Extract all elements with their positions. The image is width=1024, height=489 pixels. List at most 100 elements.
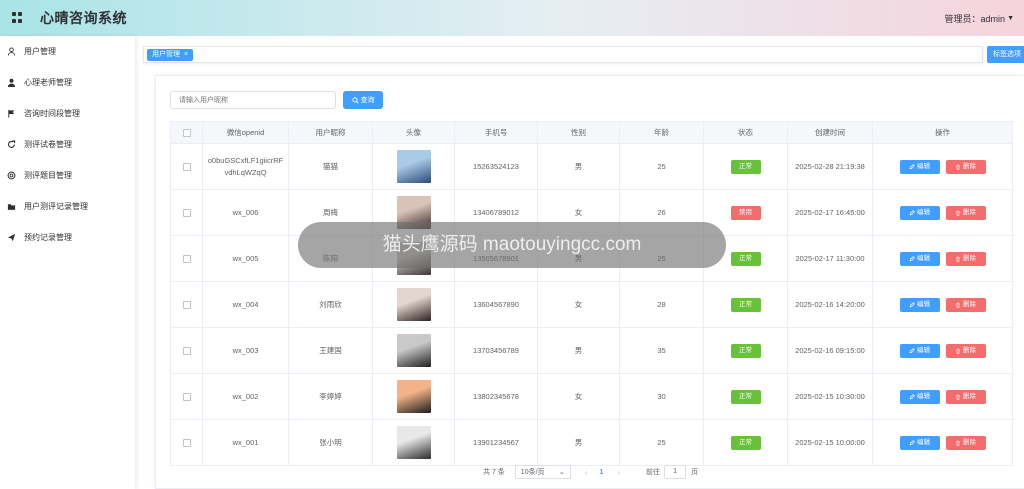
avatar: [396, 426, 431, 459]
delete-button-label: 删除: [963, 300, 976, 308]
circle-icon: [7, 171, 16, 180]
sidebar-item-users[interactable]: 用户管理: [0, 36, 135, 67]
select-all-cell: [170, 121, 203, 144]
delete-button[interactable]: 删除: [945, 159, 986, 174]
edit-button[interactable]: 编辑: [899, 389, 940, 404]
age-cell: 25: [619, 143, 704, 190]
edit-button[interactable]: 编辑: [899, 435, 940, 450]
chevron-down-icon: ⌄: [558, 469, 565, 476]
actions-cell: 编辑 删除: [872, 419, 1013, 466]
sidebar-item-teachers[interactable]: 心理老师管理: [0, 67, 135, 98]
sidebar-item-questions[interactable]: 测评题目管理: [0, 160, 135, 191]
tab-users[interactable]: 用户管理 ×: [147, 49, 194, 61]
tab-options-button[interactable]: 标签选项: [987, 46, 1024, 63]
row-checkbox[interactable]: [182, 392, 191, 401]
sidebar-item-papers[interactable]: 测评试卷管理: [0, 129, 135, 160]
edit-button[interactable]: 编辑: [899, 251, 940, 266]
delete-button[interactable]: 删除: [945, 435, 986, 450]
search-button[interactable]: 查询: [343, 91, 383, 109]
delete-button-label: 删除: [963, 162, 976, 170]
phone-cell: 13703456789: [454, 327, 538, 374]
delete-button-label: 删除: [963, 346, 976, 354]
search-button-label: 查询: [360, 97, 375, 104]
next-page-icon[interactable]: ›: [617, 468, 620, 477]
sidebar-item-label: 咨询时间段管理: [24, 109, 80, 118]
edit-button[interactable]: 编辑: [899, 297, 940, 312]
status-cell: 正常: [703, 373, 788, 420]
delete-button[interactable]: 删除: [945, 343, 986, 358]
column-header: 状态: [703, 121, 788, 144]
created-cell: 2025-02-15 10:30:00: [787, 373, 873, 420]
row-checkbox[interactable]: [182, 438, 191, 447]
sidebar-item-timeslots[interactable]: 咨询时间段管理: [0, 98, 135, 129]
edit-button[interactable]: 编辑: [899, 343, 940, 358]
grid-menu-icon[interactable]: [12, 12, 23, 23]
column-header: 操作: [872, 121, 1013, 144]
age-cell: 25: [619, 419, 704, 466]
age-cell: 28: [619, 281, 704, 328]
goto-page-input[interactable]: 1: [664, 465, 687, 479]
edit-button-label: 编辑: [917, 438, 930, 446]
nickname-cell: 李婷婷: [288, 373, 373, 420]
edit-icon: [909, 347, 915, 353]
delete-button[interactable]: 删除: [945, 205, 986, 220]
column-header: 微信openid: [202, 121, 289, 144]
created-cell: 2025-02-28 21:19:38: [787, 143, 873, 190]
delete-button[interactable]: 删除: [945, 389, 986, 404]
edit-button-label: 编辑: [917, 346, 930, 354]
openid-cell: wx_002: [202, 373, 289, 420]
edit-button[interactable]: 编辑: [899, 159, 940, 174]
prev-page-icon[interactable]: ‹: [585, 468, 588, 477]
tab-label: 用户管理: [152, 51, 180, 58]
row-checkbox[interactable]: [182, 300, 191, 309]
user-icon: [7, 47, 16, 56]
column-header: 创建时间: [787, 121, 873, 144]
edit-button[interactable]: 编辑: [899, 205, 940, 220]
search-icon: [351, 96, 359, 104]
page-size-select[interactable]: 10条/页 ⌄: [514, 465, 571, 479]
edit-icon: [909, 439, 915, 445]
delete-button[interactable]: 删除: [945, 297, 986, 312]
status-badge: 正常: [730, 251, 761, 266]
row-checkbox[interactable]: [182, 162, 191, 171]
status-cell: 正常: [703, 143, 788, 190]
gender-cell: 女: [537, 281, 620, 328]
row-checkbox[interactable]: [182, 208, 191, 217]
row-checkbox[interactable]: [182, 346, 191, 355]
sidebar-item-appointments[interactable]: 预约记录管理: [0, 222, 135, 253]
close-icon[interactable]: ×: [184, 49, 188, 61]
row-select-cell: [170, 419, 203, 466]
current-page-number[interactable]: 1: [599, 469, 603, 476]
status-badge: 正常: [730, 297, 761, 312]
sidebar-item-records[interactable]: 用户测评记录管理: [0, 191, 135, 222]
delete-button-label: 删除: [963, 208, 976, 216]
nickname-search-input[interactable]: [170, 91, 336, 109]
trash-icon: [956, 302, 960, 308]
tabs-bar: 用户管理 ×: [143, 46, 983, 63]
column-header: 头像: [372, 121, 455, 144]
sidebar-item-label: 预约记录管理: [24, 233, 72, 242]
user-menu[interactable]: 管理员：admin ▼: [945, 12, 1014, 25]
gender-cell: 男: [537, 327, 620, 374]
nickname-cell: 张小明: [288, 419, 373, 466]
avatar-cell: [372, 143, 455, 190]
select-all-checkbox[interactable]: [182, 129, 191, 137]
openid-cell: wx_003: [202, 327, 289, 374]
gender-cell: 女: [537, 373, 620, 420]
delete-button[interactable]: 删除: [945, 251, 986, 266]
pagination: 共 7 条 10条/页 ⌄ ‹ 1 › 前往 1 页: [483, 465, 698, 479]
refresh-icon: [8, 140, 16, 148]
folder-icon: [7, 204, 16, 210]
status-badge: 禁用: [730, 205, 761, 220]
table-row: wx_002 李婷婷 13802345678 女 30 正常 2025-02-15 10:3…: [170, 373, 1013, 420]
avatar-cell: [372, 327, 455, 374]
table-header-row: 微信openid 用户昵称 头像 手机号 性别 年龄 状态 创建时间 操作: [170, 121, 1013, 144]
status-cell: 正常: [703, 419, 788, 466]
edit-icon: [909, 393, 915, 399]
edit-button-label: 编辑: [917, 208, 930, 216]
table-body: o0buGSCxfLF1giicrRFvdhLqWZqQ 猫猫 1526352412…: [170, 143, 1013, 466]
sidebar-item-label: 心理老师管理: [24, 78, 72, 87]
created-cell: 2025-02-17 16:45:00: [787, 189, 873, 236]
row-checkbox[interactable]: [182, 254, 191, 263]
users-table: 微信openid 用户昵称 头像 手机号 性别 年龄 状态 创建时间 操作 o0…: [170, 121, 1013, 466]
